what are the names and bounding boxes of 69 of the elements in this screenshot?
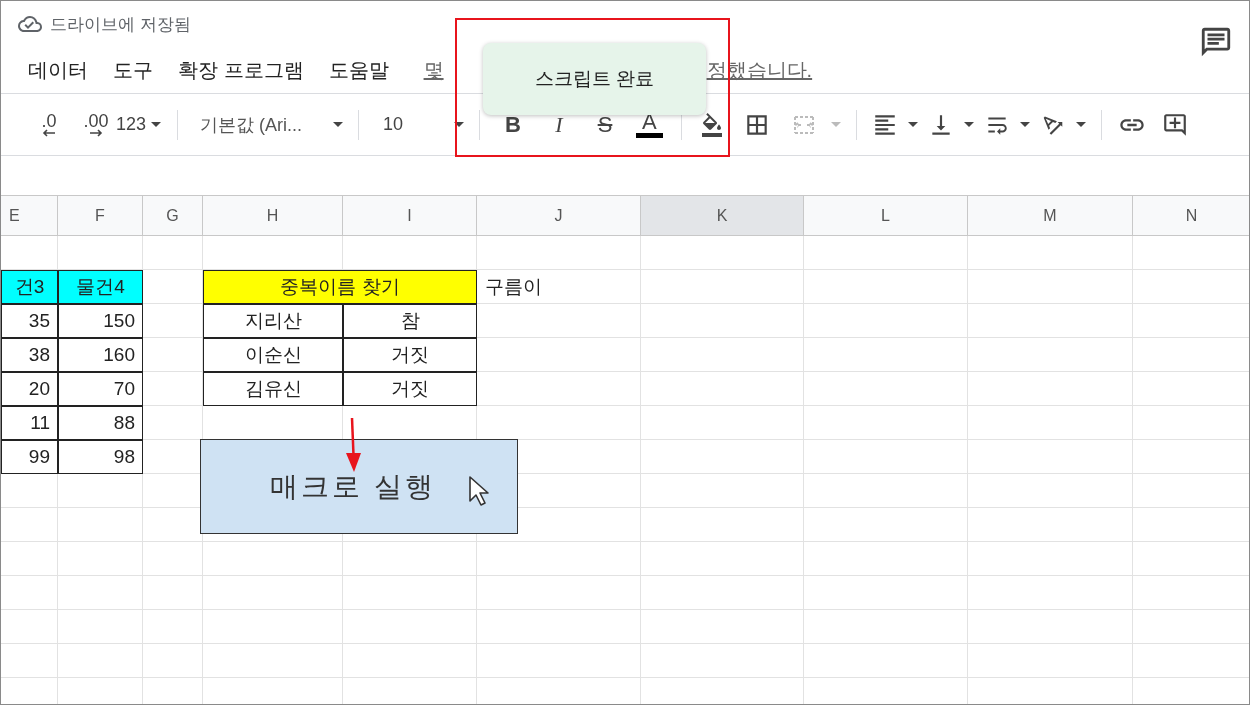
table-cell: 99 <box>1 440 58 474</box>
annotation-arrow <box>344 417 362 473</box>
macro-button[interactable]: 매크로 실행 <box>200 439 518 534</box>
save-status: 드라이브에 저장됨 <box>50 13 191 36</box>
font-select[interactable]: 기본값 (Ari... <box>188 112 348 137</box>
last-edit-link[interactable]: 몇 <box>423 56 444 84</box>
column-header[interactable]: E <box>1 196 58 236</box>
merge-cells-icon[interactable] <box>792 114 815 135</box>
table-cell: 거짓 <box>343 372 477 406</box>
font-size-select[interactable]: 10 <box>369 114 469 135</box>
column-header[interactable]: I <box>343 196 477 236</box>
fill-color-icon[interactable] <box>699 112 724 137</box>
column-header[interactable]: K <box>641 196 804 236</box>
table-cell: 거짓 <box>343 338 477 372</box>
empty-cell <box>143 576 203 610</box>
caret-icon <box>1075 122 1086 127</box>
empty-cell <box>1 542 58 576</box>
table-cell: 38 <box>1 338 58 372</box>
column-header[interactable]: J <box>477 196 641 236</box>
left-arrow-icon <box>42 128 56 137</box>
caret-icon <box>963 122 974 127</box>
caret-icon <box>830 122 841 127</box>
table-cell: 건3 <box>1 270 58 304</box>
table-cell: 지리산 <box>203 304 343 338</box>
right-arrow-icon <box>89 128 103 137</box>
empty-cell <box>1 610 58 644</box>
column-header[interactable]: H <box>203 196 343 236</box>
empty-cell <box>143 542 203 576</box>
table-cell: 참 <box>343 304 477 338</box>
caret-icon <box>454 122 464 127</box>
increase-decimal-button[interactable]: .00 <box>77 112 115 137</box>
table-cell: 70 <box>58 372 143 406</box>
empty-cell <box>143 236 203 270</box>
table-cell: 구름이 <box>477 270 641 304</box>
caret-icon <box>151 122 161 127</box>
table-cell: 98 <box>58 440 143 474</box>
column-header[interactable]: G <box>143 196 203 236</box>
decrease-decimal-button[interactable]: .0 <box>31 112 67 137</box>
caret-icon <box>1019 122 1030 127</box>
table-cell: 물건4 <box>58 270 143 304</box>
script-toast: 스크립트 완료 <box>483 43 706 115</box>
empty-cell <box>143 610 203 644</box>
empty-cell <box>1 508 58 542</box>
table-cell: 11 <box>1 406 58 440</box>
column-header[interactable]: L <box>804 196 968 236</box>
empty-cell <box>143 644 203 678</box>
menu-item[interactable]: 도움말 <box>328 56 389 84</box>
column-header[interactable]: M <box>968 196 1133 236</box>
column-header[interactable]: N <box>1133 196 1249 236</box>
table-cell: 160 <box>58 338 143 372</box>
mouse-pointer-icon <box>468 475 490 507</box>
table-cell: 88 <box>58 406 143 440</box>
menu-item[interactable]: 도구 <box>113 56 153 84</box>
table-cell: 150 <box>58 304 143 338</box>
table-cell: 김유신 <box>203 372 343 406</box>
table-cell: 35 <box>1 304 58 338</box>
column-header[interactable]: F <box>58 196 143 236</box>
table-cell: 20 <box>1 372 58 406</box>
table-cell: 중복이름 찾기 <box>203 270 477 304</box>
number-format-button[interactable]: 123 <box>115 114 167 135</box>
menu-item[interactable]: 데이터 <box>28 56 88 84</box>
caret-icon <box>333 122 343 127</box>
empty-cell <box>1 644 58 678</box>
empty-cell <box>1 576 58 610</box>
add-comment-icon[interactable] <box>1161 111 1188 138</box>
empty-cell <box>1 474 58 508</box>
table-cell: 이순신 <box>203 338 343 372</box>
menu-item[interactable]: 확장 프로그램 <box>178 56 304 84</box>
caret-icon <box>907 122 918 127</box>
